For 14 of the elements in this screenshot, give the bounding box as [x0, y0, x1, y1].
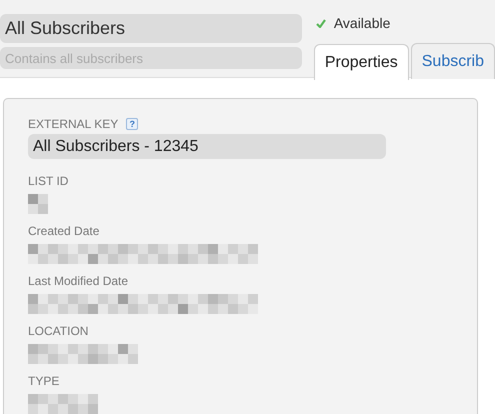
field-label: Last Modified Date [28, 274, 128, 288]
external-key-field[interactable]: All Subscribers - 12345 [28, 134, 386, 159]
field-label: LIST ID [28, 174, 68, 188]
tab[interactable]: Subscrib [410, 43, 495, 79]
field-label: TYPE [28, 374, 60, 388]
redacted-value [28, 194, 48, 214]
check-icon [316, 18, 326, 28]
field-label: Created Date [28, 224, 100, 238]
field-label: EXTERNAL KEY [28, 117, 118, 131]
field-label: LOCATION [28, 324, 88, 338]
help-icon[interactable]: ? [126, 118, 138, 130]
tab[interactable]: Properties [314, 44, 409, 80]
name-field[interactable]: All Subscribers [0, 14, 302, 43]
status-label: Available [334, 15, 390, 31]
